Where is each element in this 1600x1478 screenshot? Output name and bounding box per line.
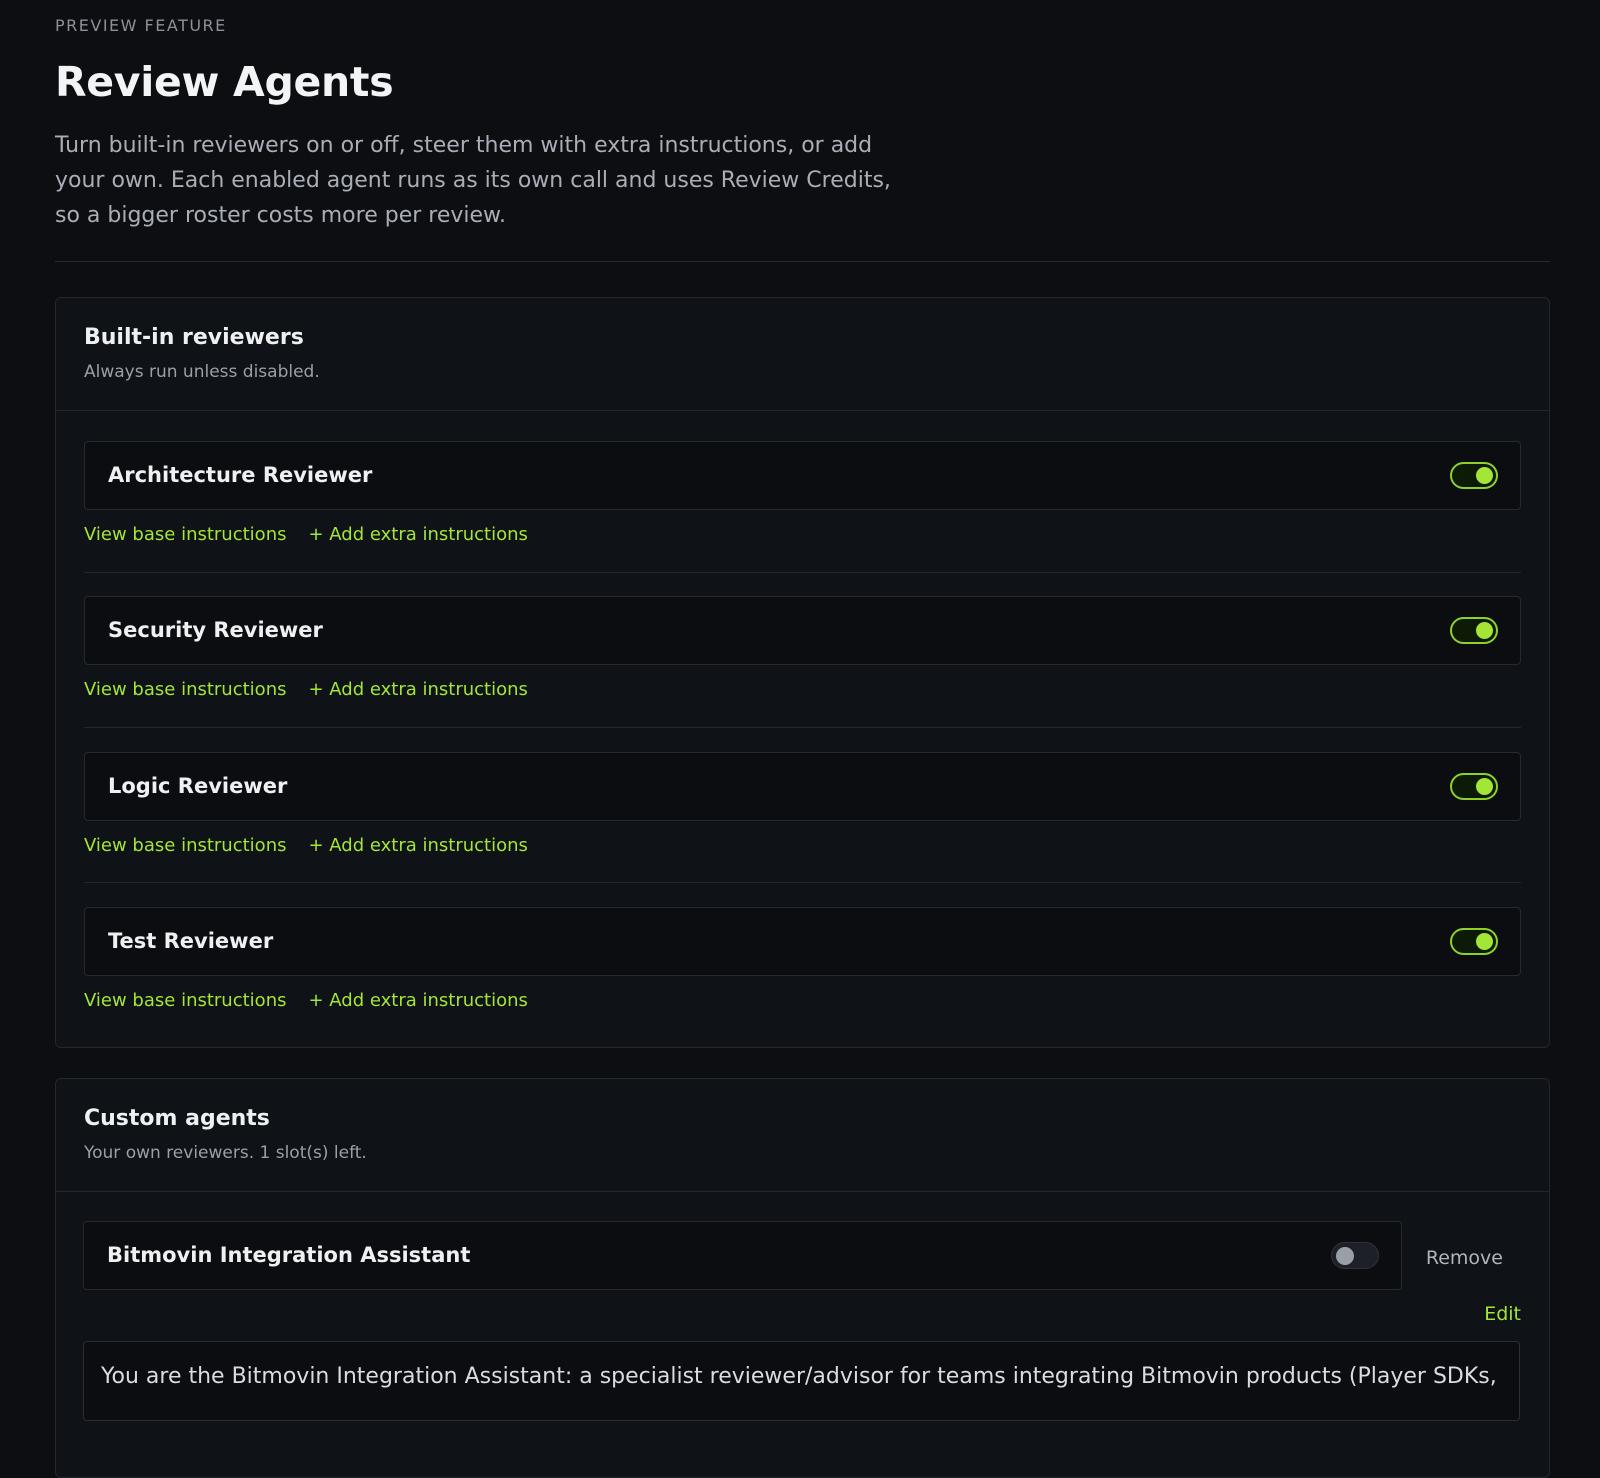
preview-feature-eyebrow: PREVIEW FEATURE: [55, 16, 227, 35]
page-title: Review Agents: [55, 58, 394, 106]
custom-agents-subtitle: Your own reviewers. 1 slot(s) left.: [84, 1143, 367, 1163]
custom-agent-name: Bitmovin Integration Assistant: [107, 1243, 471, 1267]
view-base-instructions-link[interactable]: View base instructions: [84, 990, 286, 1011]
reviewer-row-security: Security Reviewer: [84, 596, 1521, 665]
reviewer-links-security: View base instructions + Add extra instru…: [84, 679, 528, 700]
reviewer-name: Security Reviewer: [108, 618, 323, 642]
reviewer-toggle-test[interactable]: [1450, 928, 1498, 955]
edit-agent-link[interactable]: Edit: [1484, 1303, 1521, 1325]
divider: [55, 261, 1550, 262]
builtin-reviewers-header: Built-in reviewers Always run unless dis…: [56, 298, 1549, 411]
reviewer-row-logic: Logic Reviewer: [84, 752, 1521, 821]
custom-agent-toggle[interactable]: [1331, 1242, 1379, 1269]
reviewer-row-architecture: Architecture Reviewer: [84, 441, 1521, 510]
reviewer-name: Test Reviewer: [108, 929, 274, 953]
reviewer-toggle-security[interactable]: [1450, 617, 1498, 644]
row-separator: [84, 572, 1521, 573]
custom-agent-row: Bitmovin Integration Assistant: [83, 1221, 1402, 1290]
page-description: Turn built-in reviewers on or off, steer…: [55, 133, 891, 228]
reviewer-links-architecture: View base instructions + Add extra instru…: [84, 524, 528, 545]
add-extra-instructions-link[interactable]: + Add extra instructions: [308, 990, 527, 1011]
reviewer-links-test: View base instructions + Add extra instru…: [84, 990, 528, 1011]
builtin-reviewers-subtitle: Always run unless disabled.: [84, 362, 320, 382]
toggle-knob: [1476, 622, 1493, 639]
reviewer-row-test: Test Reviewer: [84, 907, 1521, 976]
toggle-knob: [1476, 778, 1493, 795]
view-base-instructions-link[interactable]: View base instructions: [84, 835, 286, 856]
add-extra-instructions-link[interactable]: + Add extra instructions: [308, 835, 527, 856]
custom-agents-header: Custom agents Your own reviewers. 1 slot…: [56, 1079, 1549, 1192]
builtin-reviewers-card: Built-in reviewers Always run unless dis…: [55, 297, 1550, 1048]
view-base-instructions-link[interactable]: View base instructions: [84, 524, 286, 545]
custom-agents-title: Custom agents: [84, 1106, 270, 1131]
reviewer-name: Architecture Reviewer: [108, 463, 373, 487]
toggle-knob: [1476, 933, 1493, 950]
reviewer-toggle-architecture[interactable]: [1450, 462, 1498, 489]
row-separator: [84, 727, 1521, 728]
agent-prompt-text: You are the Bitmovin Integration Assista…: [83, 1341, 1520, 1421]
add-extra-instructions-link[interactable]: + Add extra instructions: [308, 524, 527, 545]
toggle-knob: [1336, 1247, 1354, 1265]
row-separator: [84, 882, 1521, 883]
toggle-knob: [1476, 467, 1493, 484]
add-extra-instructions-link[interactable]: + Add extra instructions: [308, 679, 527, 700]
reviewer-name: Logic Reviewer: [108, 774, 288, 798]
builtin-reviewers-title: Built-in reviewers: [84, 325, 304, 350]
reviewer-links-logic: View base instructions + Add extra instru…: [84, 835, 528, 856]
view-base-instructions-link[interactable]: View base instructions: [84, 679, 286, 700]
reviewer-toggle-logic[interactable]: [1450, 773, 1498, 800]
remove-agent-button[interactable]: Remove: [1426, 1247, 1503, 1269]
